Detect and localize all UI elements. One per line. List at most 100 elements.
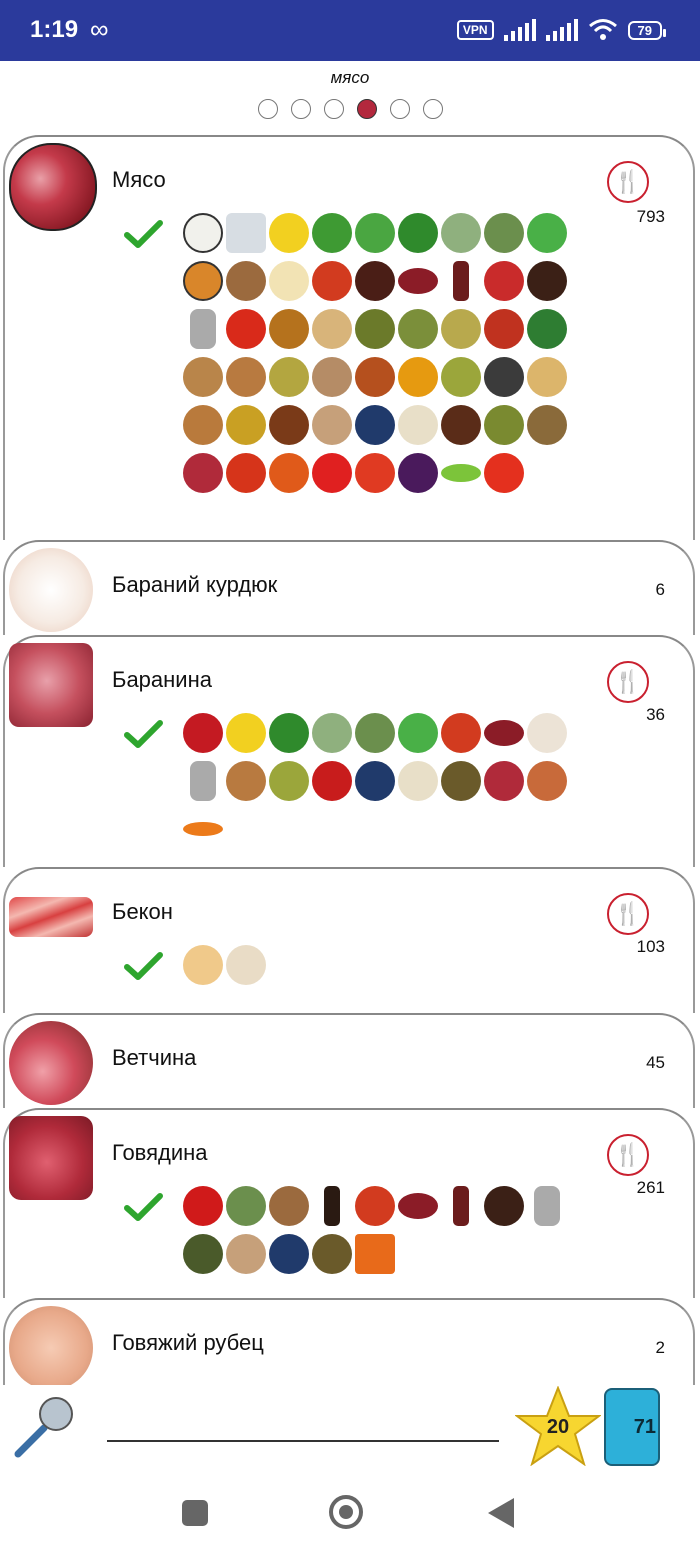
fridge-button[interactable]: 71 xyxy=(604,1388,660,1466)
recipes-icon[interactable]: 🍴 xyxy=(607,1134,649,1176)
curry-icon xyxy=(269,309,309,349)
cherry-tomato-icon xyxy=(484,453,524,493)
item-count: 2 xyxy=(655,1338,665,1357)
ingredients-grid xyxy=(183,213,570,493)
product-list[interactable]: Мясо 🍴 793 Бараний курдюк 6 Баранина 🍴 3… xyxy=(0,135,700,1385)
fennel-icon xyxy=(269,357,309,397)
bacon-thumbnail xyxy=(9,897,93,937)
ginger-root-icon xyxy=(527,357,567,397)
basil-icon xyxy=(269,713,309,753)
item-count: 261 xyxy=(636,1178,665,1197)
wifi-icon xyxy=(588,19,617,40)
checkmark-icon xyxy=(124,220,163,248)
capers-icon xyxy=(269,761,309,801)
rosemary-icon xyxy=(355,713,395,753)
coriander-icon xyxy=(226,357,266,397)
item-title: Баранина xyxy=(112,667,212,692)
home-button[interactable] xyxy=(329,1495,363,1529)
ginger-icon xyxy=(312,309,352,349)
category-title: мясо xyxy=(330,68,370,87)
juniper-icon xyxy=(269,1234,309,1274)
ketchup-icon xyxy=(441,713,481,753)
system-nav-bar xyxy=(0,1480,700,1556)
salt-shaker-icon xyxy=(534,1186,560,1226)
caraway-icon xyxy=(441,761,481,801)
egg-icon xyxy=(183,945,223,985)
garlic-icon xyxy=(527,713,567,753)
battery-icon: 79 xyxy=(627,20,667,40)
garlic-powder-icon xyxy=(398,405,438,445)
recipes-icon[interactable]: 🍴 xyxy=(607,661,649,703)
juniper-icon xyxy=(355,761,395,801)
nutmeg-icon xyxy=(269,1186,309,1226)
page-dot[interactable] xyxy=(389,99,410,119)
ingredients-grid xyxy=(183,1186,570,1274)
back-button[interactable] xyxy=(488,1498,514,1528)
rosemary-icon xyxy=(226,1186,266,1226)
quail-egg-icon xyxy=(226,945,266,985)
dried-fruit-icon xyxy=(183,261,223,301)
gravy-boat-icon xyxy=(484,720,524,746)
ketchup-icon xyxy=(312,261,352,301)
list-item[interactable]: Говяжий рубец 2 xyxy=(3,1298,695,1385)
oregano-icon xyxy=(398,309,438,349)
list-item[interactable]: Бекон 🍴 103 xyxy=(3,867,695,1013)
sumac-icon xyxy=(183,453,223,493)
rice-icon xyxy=(183,213,223,253)
checkmark-icon xyxy=(124,720,163,748)
item-count: 45 xyxy=(646,1053,665,1072)
garlic-granules-icon xyxy=(312,405,352,445)
favorites-count: 20 xyxy=(546,1416,570,1438)
fridge-count: 71 xyxy=(633,1416,656,1438)
page-dot[interactable] xyxy=(257,99,278,119)
microphone-icon[interactable] xyxy=(10,1392,80,1462)
list-item[interactable]: Мясо 🍴 793 xyxy=(3,135,695,540)
page-dot[interactable] xyxy=(323,99,344,119)
list-item[interactable]: Бараний курдюк 6 xyxy=(3,540,695,635)
eggplant-icon xyxy=(398,453,438,493)
sumac-icon xyxy=(484,761,524,801)
herbs-icon xyxy=(355,309,395,349)
list-item[interactable]: Говядина 🍴 261 xyxy=(3,1108,695,1298)
garlic-granules-icon xyxy=(226,1234,266,1274)
recents-button[interactable] xyxy=(182,1500,208,1526)
page-dot[interactable] xyxy=(422,99,443,119)
item-count: 103 xyxy=(636,937,665,956)
page-dot-active[interactable] xyxy=(356,99,377,119)
sauce-icon xyxy=(355,261,395,301)
caraway-icon xyxy=(312,1234,352,1274)
tomato-paste-icon xyxy=(484,261,524,301)
search-input[interactable] xyxy=(107,1438,499,1442)
allspice-icon xyxy=(441,405,481,445)
bottom-bar: 20 71 xyxy=(0,1385,700,1467)
mint-icon xyxy=(527,213,567,253)
recipes-icon[interactable]: 🍴 xyxy=(607,893,649,935)
thyme-icon xyxy=(441,213,481,253)
infinity-icon: ∞ xyxy=(90,14,109,44)
nutmeg-icon xyxy=(226,261,266,301)
juniper-icon xyxy=(355,405,395,445)
cayenne-icon xyxy=(269,453,309,493)
list-item[interactable]: Баранина 🍴 36 xyxy=(3,635,695,867)
thyme-icon xyxy=(312,713,352,753)
item-title: Бараний курдюк xyxy=(112,572,278,597)
gravy-boat-icon xyxy=(398,1193,438,1219)
list-item[interactable]: Ветчина 45 xyxy=(3,1013,695,1108)
system-icons: VPN 79 xyxy=(456,18,667,42)
soy-sauce-icon xyxy=(324,1186,340,1226)
meat-thumbnail xyxy=(9,143,97,231)
favorites-button[interactable]: 20 xyxy=(514,1385,602,1467)
bbq-sauce-icon xyxy=(453,1186,469,1226)
cheese-icon xyxy=(226,213,266,253)
page-indicator xyxy=(0,99,700,119)
bell-pepper-icon xyxy=(312,453,352,493)
recipes-icon[interactable]: 🍴 xyxy=(607,161,649,203)
chili-flakes-icon xyxy=(527,761,567,801)
checkmark-icon xyxy=(124,1193,163,1221)
mustard-seed-icon xyxy=(226,405,266,445)
lamb-thumbnail xyxy=(9,643,93,727)
page-dot[interactable] xyxy=(290,99,311,119)
checkmark-icon xyxy=(124,952,163,980)
cumin-icon xyxy=(312,357,352,397)
ham-thumbnail xyxy=(9,1021,93,1105)
